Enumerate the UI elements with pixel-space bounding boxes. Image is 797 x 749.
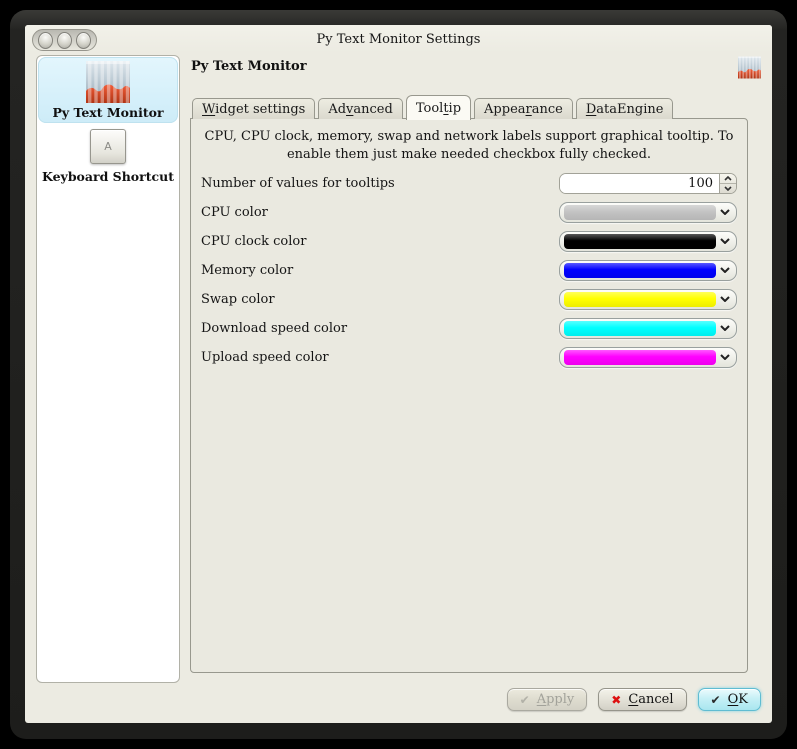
form-row: CPU color	[201, 202, 737, 222]
cpu-clock-color-dropdown[interactable]	[559, 231, 737, 252]
keyboard-key-letter: A	[104, 140, 112, 153]
color-swatch	[564, 234, 716, 249]
form-row: Number of values for tooltips 100	[201, 173, 737, 193]
screen: Py Text Monitor Settings	[0, 0, 797, 749]
form-row: Swap color	[201, 289, 737, 309]
page-title: Py Text Monitor	[191, 59, 307, 74]
form-row-label: Memory color	[201, 263, 293, 278]
tab-description: CPU, CPU clock, memory, swap and network…	[203, 128, 735, 164]
color-swatch	[564, 292, 716, 307]
swap-color-dropdown[interactable]	[559, 289, 737, 310]
chevron-down-icon	[716, 267, 733, 273]
chevron-down-icon	[716, 238, 733, 244]
tab-appearance[interactable]: Appearance	[474, 98, 573, 119]
checkmark-icon: ✔	[520, 693, 530, 707]
chevron-down-icon	[724, 186, 732, 191]
chevron-down-icon	[716, 354, 733, 360]
py-text-monitor-icon	[86, 61, 130, 103]
sidebar: Py Text Monitor A Keyboard Shortcut	[36, 55, 180, 683]
ok-button[interactable]: ✔ OK	[698, 688, 761, 711]
titlebar: Py Text Monitor Settings	[25, 25, 772, 53]
keyboard-key-icon: A	[90, 129, 126, 164]
sidebar-item-py-text-monitor[interactable]: Py Text Monitor	[38, 57, 178, 123]
download-speed-color-dropdown[interactable]	[559, 318, 737, 339]
tab-advanced[interactable]: Advanced	[318, 98, 403, 119]
form-row: Download speed color	[201, 318, 737, 338]
form-row-label: CPU color	[201, 205, 268, 220]
spinbox-value[interactable]: 100	[560, 174, 719, 193]
settings-window: Py Text Monitor Settings	[25, 25, 772, 723]
chevron-down-icon	[716, 209, 733, 215]
color-swatch	[564, 205, 716, 220]
memory-color-dropdown[interactable]	[559, 260, 737, 281]
spin-up-button[interactable]	[720, 174, 736, 184]
spinbox-buttons	[719, 174, 736, 193]
chevron-down-icon	[716, 296, 733, 302]
tab-widget-settings[interactable]: Widget settings	[192, 98, 315, 119]
form-row-label: Number of values for tooltips	[201, 176, 395, 191]
cpu-color-dropdown[interactable]	[559, 202, 737, 223]
window-frame: Py Text Monitor Settings	[10, 10, 787, 739]
form-row-label: CPU clock color	[201, 234, 306, 249]
sidebar-item-label: Py Text Monitor	[52, 105, 163, 120]
window-title: Py Text Monitor Settings	[25, 25, 772, 53]
sidebar-item-keyboard-shortcut[interactable]: A Keyboard Shortcut	[38, 123, 178, 187]
sidebar-item-label: Keyboard Shortcut	[42, 169, 174, 184]
color-swatch	[564, 263, 716, 278]
color-swatch	[564, 321, 716, 336]
cancel-button[interactable]: ✖ Cancel	[598, 688, 686, 711]
chevron-up-icon	[724, 176, 732, 181]
spin-down-button[interactable]	[720, 184, 736, 193]
upload-speed-color-dropdown[interactable]	[559, 347, 737, 368]
tab-tooltip[interactable]: Tooltip	[406, 95, 471, 120]
form-row: Upload speed color	[201, 347, 737, 367]
color-swatch	[564, 350, 716, 365]
apply-button[interactable]: ✔ Apply	[507, 688, 588, 711]
form-row: CPU clock color	[201, 231, 737, 251]
form-row-label: Download speed color	[201, 321, 347, 336]
tab-dataengine[interactable]: DataEngine	[576, 98, 674, 119]
tooltip-values-spinbox[interactable]: 100	[559, 173, 737, 194]
form-row-label: Swap color	[201, 292, 275, 307]
dialog-buttons: ✔ Apply ✖ Cancel ✔ OK	[507, 688, 761, 711]
form-row: Memory color	[201, 260, 737, 280]
checkmark-icon: ✔	[711, 693, 721, 707]
cancel-x-icon: ✖	[611, 693, 621, 707]
chevron-down-icon	[716, 325, 733, 331]
tab-bar: Widget settings Advanced Tooltip Appeara…	[192, 94, 673, 119]
tooltip-tab-panel: CPU, CPU clock, memory, swap and network…	[190, 118, 748, 673]
py-text-monitor-icon	[738, 56, 761, 79]
form-row-label: Upload speed color	[201, 350, 329, 365]
